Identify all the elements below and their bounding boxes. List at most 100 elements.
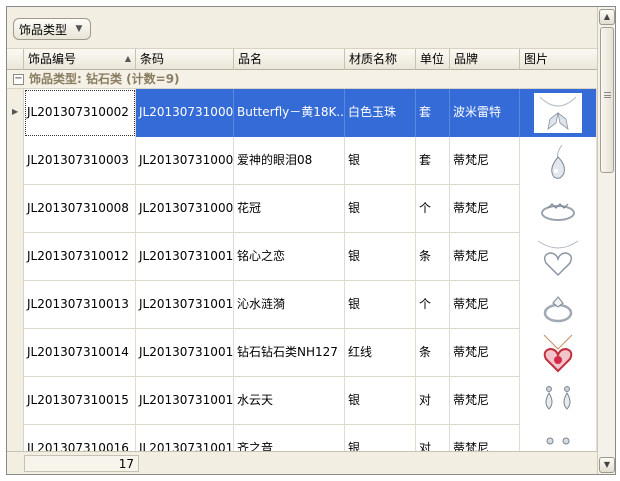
cell-product-name[interactable]: 齐之音 [234,425,345,451]
cell-image[interactable] [520,137,597,185]
column-header-jewelry-id[interactable]: 饰品编号 ▲ [24,49,136,70]
table-row[interactable]: JL201307310003 JL201307310003 爱神的眼泪08 银套蒂梵尼 [7,137,597,185]
cell-jewelry-id[interactable]: JL201307310015 [24,377,136,425]
column-header-label: 饰品编号 [28,52,77,66]
scroll-up-button[interactable]: ▲ [599,9,615,25]
cell-product-name[interactable]: Butterfly－黄18K... [234,89,345,137]
cell-jewelry-id[interactable]: JL201307310014 [24,329,136,377]
cell-brand[interactable]: 蒂梵尼 [450,329,520,377]
cell-material[interactable]: 银 [345,425,416,451]
cell-product-name[interactable]: 铭心之恋 [234,233,345,281]
group-by-chip-jewelry-type[interactable]: 饰品类型 ▼ [13,18,91,40]
cell-unit[interactable]: 条 [416,233,450,281]
column-header-image[interactable]: 图片 [520,49,597,70]
cell-image[interactable] [520,233,597,281]
cell-material[interactable]: 白色玉珠 [345,89,416,137]
cell-material[interactable]: 银 [345,377,416,425]
cell-image[interactable] [520,89,597,137]
table-row[interactable]: JL201307310016 JL201307310016 齐之音银对蒂梵尼 [7,425,597,451]
cell-brand[interactable]: 蒂梵尼 [450,233,520,281]
heart-necklace-icon [537,240,579,277]
cell-product-name[interactable]: 水云天 [234,377,345,425]
data-grid: 饰品编号 ▲ 条码 品名 材质名称 单位 品牌 图片 − 饰品类型: 钻石类 (… [7,49,597,451]
cell-product-name[interactable]: 花冠 [234,185,345,233]
cell-barcode[interactable]: JL201307310008 [136,185,234,233]
chevron-down-icon[interactable]: ▼ [72,22,86,36]
cell-material[interactable]: 银 [345,137,416,185]
group-chip-label: 饰品类型 [19,22,68,37]
column-header-brand[interactable]: 品牌 [450,49,520,70]
row-indicator[interactable] [7,281,24,329]
row-indicator[interactable] [7,425,24,451]
column-header-unit[interactable]: 单位 [416,49,450,70]
cell-barcode[interactable]: JL201307310015 [136,377,234,425]
cell-barcode[interactable]: JL201307310012 [136,233,234,281]
cell-brand[interactable]: 蒂梵尼 [450,137,520,185]
table-row[interactable]: JL201307310013 JL201307310013 沁水涟漪银个蒂梵尼 [7,281,597,329]
column-header-barcode[interactable]: 条码 [136,49,234,70]
cell-material[interactable]: 银 [345,233,416,281]
column-header-label: 材质名称 [349,52,398,66]
row-indicator[interactable] [7,137,24,185]
cell-brand[interactable]: 蒂梵尼 [450,281,520,329]
cell-barcode[interactable]: JL201307310016 [136,425,234,451]
table-row[interactable]: ▶ JL201307310002 JL201307310001 Butterfly－黄… [7,89,597,137]
cell-unit[interactable]: 套 [416,137,450,185]
cell-image[interactable] [520,281,597,329]
cell-product-name[interactable]: 钻石钻石类NH127 [234,329,345,377]
cell-jewelry-id[interactable]: JL201307310002 [24,89,136,137]
cell-image[interactable] [520,377,597,425]
cell-image[interactable] [520,425,597,451]
cell-brand[interactable]: 蒂梵尼 [450,377,520,425]
vertical-scrollbar[interactable]: ▲ ▼ [597,7,615,474]
cell-barcode[interactable]: JL201307310014 [136,329,234,377]
cell-jewelry-id[interactable]: JL201307310008 [24,185,136,233]
column-header-label: 品牌 [454,52,479,66]
cell-jewelry-id[interactable]: JL201307310016 [24,425,136,451]
cell-brand[interactable]: 波米雷特 [450,89,520,137]
cell-image[interactable] [520,329,597,377]
cell-unit[interactable]: 对 [416,377,450,425]
cell-unit[interactable]: 条 [416,329,450,377]
collapse-toggle-icon[interactable]: − [13,74,24,85]
cell-unit[interactable]: 个 [416,185,450,233]
cell-barcode[interactable]: JL201307310003 [136,137,234,185]
cell-material[interactable]: 银 [345,281,416,329]
cell-jewelry-id[interactable]: JL201307310013 [24,281,136,329]
cell-jewelry-id[interactable]: JL201307310003 [24,137,136,185]
cell-jewelry-id[interactable]: JL201307310012 [24,233,136,281]
row-indicator[interactable] [7,185,24,233]
table-row[interactable]: JL201307310014 JL201307310014 钻石钻石类NH127 红线… [7,329,597,377]
cell-material[interactable]: 银 [345,185,416,233]
cell-unit[interactable]: 套 [416,89,450,137]
table-row[interactable]: JL201307310015 JL201307310015 水云天银对蒂梵尼 [7,377,597,425]
row-indicator[interactable] [7,377,24,425]
drop-earrings-icon [545,386,571,410]
cell-brand[interactable]: 蒂梵尼 [450,185,520,233]
cell-barcode[interactable]: JL201307310013 [136,281,234,329]
cell-product-name[interactable]: 爱神的眼泪08 [234,137,345,185]
cell-image[interactable] [520,185,597,233]
column-header-label: 单位 [420,52,445,66]
row-indicator[interactable]: ▶ [7,89,24,137]
column-header-material[interactable]: 材质名称 [345,49,416,70]
column-header-label: 图片 [524,52,549,66]
scrollbar-thumb[interactable] [600,27,614,173]
table-row[interactable]: JL201307310008 JL201307310008 花冠银个蒂梵尼 [7,185,597,233]
cell-barcode[interactable]: JL201307310001 [136,89,234,137]
scroll-down-button[interactable]: ▼ [599,457,615,473]
group-row-diamond[interactable]: − 饰品类型: 钻石类 (计数=9) [7,70,597,89]
cell-unit[interactable]: 对 [416,425,450,451]
cell-material[interactable]: 红线 [345,329,416,377]
column-header-product-name[interactable]: 品名 [234,49,345,70]
cell-unit[interactable]: 个 [416,281,450,329]
sort-ascending-icon: ▲ [124,54,131,63]
header-indicator-corner [7,49,24,70]
grip-icon [604,92,611,98]
cell-brand[interactable]: 蒂梵尼 [450,425,520,451]
row-indicator[interactable] [7,329,24,377]
red-heart-pendant-icon [543,334,573,373]
row-indicator[interactable] [7,233,24,281]
cell-product-name[interactable]: 沁水涟漪 [234,281,345,329]
table-row[interactable]: JL201307310012 JL201307310012 铭心之恋银条蒂梵尼 [7,233,597,281]
